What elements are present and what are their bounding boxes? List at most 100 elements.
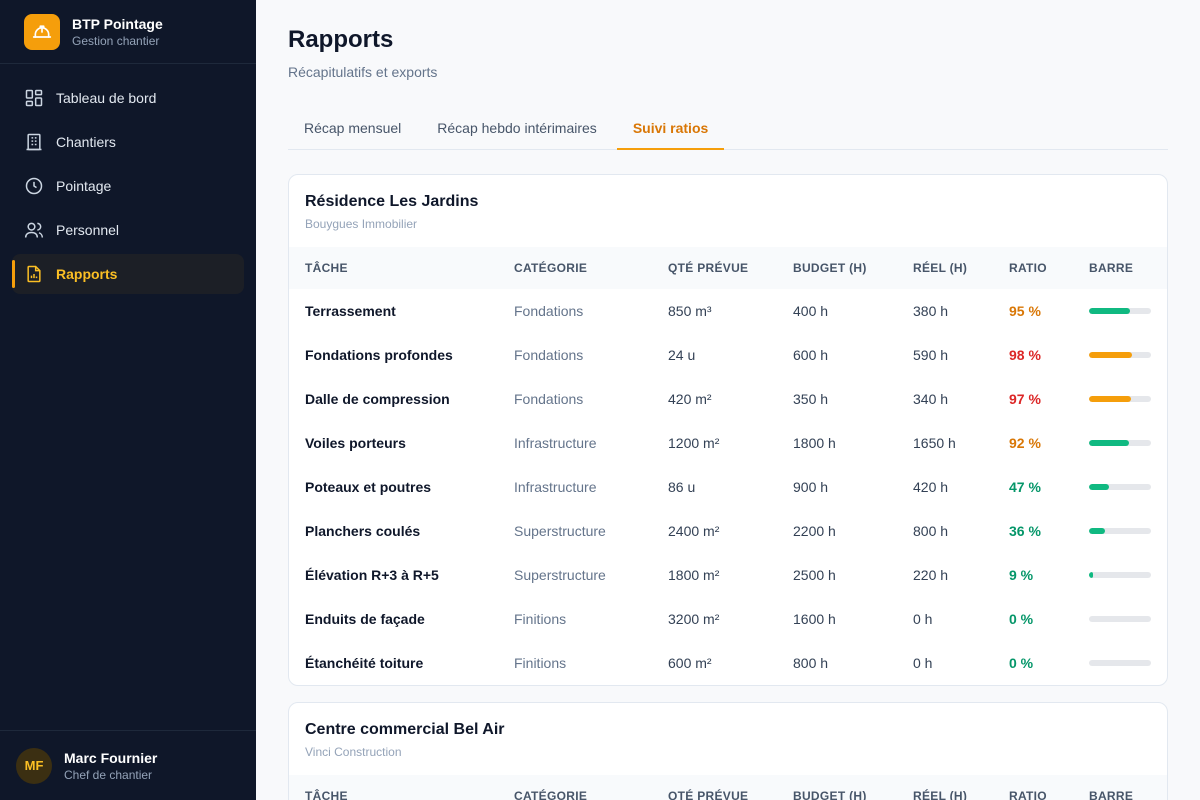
sidebar-item-label: Pointage [56, 178, 112, 194]
project-client: Vinci Construction [305, 745, 402, 759]
category-cell: Infrastructure [514, 479, 597, 495]
bar-cell [1073, 553, 1167, 597]
ratio-bar [1089, 616, 1151, 622]
bar-cell [1073, 509, 1167, 553]
column-header: RATIO [1009, 789, 1047, 800]
category-cell: Fondations [514, 391, 584, 407]
budget-cell: 800 h [793, 655, 829, 671]
ratio-cell: 47 % [1009, 479, 1041, 495]
bar-cell [1073, 597, 1167, 641]
ratio-bar [1089, 396, 1151, 402]
user-role: Chef de chantier [64, 767, 153, 782]
brand: BTP Pointage Gestion chantier [0, 0, 256, 64]
report-tabs: Récap mensuel Récap hebdo intérimaires Sui… [288, 108, 1168, 150]
table-row[interactable]: Planchers coulés Superstructure 2400 m² 220… [289, 509, 1167, 553]
qty-cell: 24 u [668, 347, 696, 363]
sidebar-item-personnel[interactable]: Personnel [12, 210, 244, 250]
qty-cell: 86 u [668, 479, 696, 495]
column-header: CATÉGORIE [514, 261, 588, 275]
category-cell: Finitions [514, 655, 567, 671]
category-cell: Superstructure [514, 567, 606, 583]
tab-2[interactable]: Suivi ratios [616, 108, 725, 150]
sidebar-item-label: Chantiers [56, 134, 116, 150]
bar-cell [1073, 377, 1167, 421]
project-client: Bouygues Immobilier [305, 217, 418, 231]
sidebar-item-label: Tableau de bord [56, 90, 157, 106]
building-icon [24, 132, 44, 152]
bar-cell [1073, 421, 1167, 465]
table-row[interactable]: Enduits de façade Finitions 3200 m² 1600 h 0… [289, 597, 1167, 641]
real-cell: 590 h [913, 347, 949, 363]
column-header: RÉEL (H) [913, 261, 968, 275]
main-content: Rapports Récapitulatifs et exports Récap… [256, 0, 1200, 800]
task-cell: Élévation R+3 à R+5 [305, 567, 439, 583]
category-cell: Fondations [514, 347, 584, 363]
task-cell: Planchers coulés [305, 523, 421, 539]
budget-cell: 350 h [793, 391, 829, 407]
ratio-bar-fill [1089, 308, 1131, 314]
table-row[interactable]: Poteaux et poutres Infrastructure 86 u 900 … [289, 465, 1167, 509]
budget-cell: 1600 h [793, 611, 836, 627]
column-header: RÉEL (H) [913, 789, 968, 800]
dashboard-icon [24, 88, 44, 108]
table-row[interactable]: Terrassement Fondations 850 m³ 400 h 380 h 95… [289, 289, 1167, 333]
task-cell: Poteaux et poutres [305, 479, 432, 495]
table-row[interactable]: Fondations profondes Fondations 24 u 600 h 5… [289, 333, 1167, 377]
ratio-cell: 9 % [1009, 567, 1034, 583]
ratio-bar [1089, 660, 1151, 666]
users-icon [24, 220, 44, 240]
column-header: BARRE [1089, 261, 1134, 275]
sidebar-item-rapports[interactable]: Rapports [12, 254, 244, 294]
project-card: Centre commercial Bel Air Vinci Construct… [288, 702, 1168, 800]
real-cell: 800 h [913, 523, 949, 539]
tab-1[interactable]: Récap hebdo intérimaires [421, 108, 613, 149]
task-cell: Dalle de compression [305, 391, 450, 407]
table-row[interactable]: Élévation R+3 à R+5 Superstructure 1800 m²… [289, 553, 1167, 597]
real-cell: 1650 h [913, 435, 956, 451]
tab-0[interactable]: Récap mensuel [288, 108, 417, 149]
category-cell: Infrastructure [514, 435, 597, 451]
ratio-cell: 0 % [1009, 655, 1034, 671]
projects-list: Résidence Les Jardins Bouygues Immobilier… [288, 174, 1168, 800]
user-name: Marc Fournier [64, 749, 158, 766]
page-subtitle: Récapitulatifs et exports [288, 64, 438, 80]
table-row[interactable]: Dalle de compression Fondations 420 m² 350 … [289, 377, 1167, 421]
project-header: Résidence Les Jardins Bouygues Immobilier [289, 175, 1167, 247]
column-header: QTÉ PRÉVUE [668, 261, 749, 275]
column-header: RATIO [1009, 261, 1047, 275]
table-row[interactable]: Voiles porteurs Infrastructure 1200 m² 1800… [289, 421, 1167, 465]
task-cell: Terrassement [305, 303, 396, 319]
task-cell: Fondations profondes [305, 347, 453, 363]
bar-cell [1073, 641, 1167, 685]
ratio-cell: 92 % [1009, 435, 1041, 451]
project-name: Résidence Les Jardins [305, 193, 479, 210]
budget-cell: 1800 h [793, 435, 836, 451]
real-cell: 380 h [913, 303, 949, 319]
budget-cell: 400 h [793, 303, 829, 319]
column-header: BUDGET (H) [793, 261, 867, 275]
bar-cell [1073, 333, 1167, 377]
ratio-cell: 36 % [1009, 523, 1041, 539]
ratio-bar-fill [1089, 352, 1132, 358]
sidebar-item-pointage[interactable]: Pointage [12, 166, 244, 206]
ratios-table: TÂCHE CATÉGORIE QTÉ PRÉVUE BUDGET (H) RÉEL (… [289, 775, 1167, 800]
user-profile[interactable]: MF Marc Fournier Chef de chantier [0, 730, 256, 800]
project-header: Centre commercial Bel Air Vinci Construct… [289, 703, 1167, 775]
bar-cell [1073, 289, 1167, 333]
report-icon [24, 264, 44, 284]
project-name: Centre commercial Bel Air [305, 721, 505, 738]
real-cell: 420 h [913, 479, 949, 495]
sidebar-item-chantiers[interactable]: Chantiers [12, 122, 244, 162]
page-title: Rapports [288, 26, 394, 53]
ratio-bar-fill [1089, 396, 1132, 402]
sidebar-item-tableau-de-bord[interactable]: Tableau de bord [12, 78, 244, 118]
budget-cell: 2500 h [793, 567, 836, 583]
column-header: TÂCHE [305, 261, 348, 275]
real-cell: 220 h [913, 567, 949, 583]
task-cell: Enduits de façade [305, 611, 425, 627]
column-header: TÂCHE [305, 789, 348, 800]
table-header-row: TÂCHE CATÉGORIE QTÉ PRÉVUE BUDGET (H) RÉEL (… [289, 775, 1167, 800]
ratio-cell: 97 % [1009, 391, 1041, 407]
sidebar-nav: Tableau de bord Chantiers Pointage Personne… [0, 64, 256, 312]
table-row[interactable]: Étanchéité toiture Finitions 600 m² 800 h 0 … [289, 641, 1167, 685]
